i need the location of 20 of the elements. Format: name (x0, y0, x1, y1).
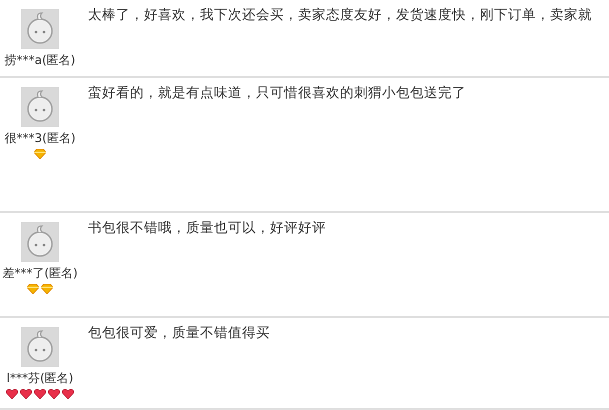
heart-icon (20, 389, 32, 399)
username: 差***了(匿名) (2, 265, 78, 281)
diamond-icon (41, 284, 53, 294)
review-text: 书包很不错哦，质量也可以，好评好评 (87, 219, 326, 238)
avatar-icon (21, 9, 59, 49)
heart-icon (6, 389, 18, 399)
heart-icon (34, 389, 46, 399)
username: l***芬(匿名) (6, 370, 74, 386)
avatar-icon (21, 87, 59, 127)
avatar-icon (21, 327, 59, 367)
diamond-icon (27, 284, 39, 294)
heart-icon (48, 389, 60, 399)
diamond-icon (34, 149, 46, 159)
avatar-icon (21, 222, 59, 262)
review-text: 蛮好看的，就是有点味道，只可惜很喜欢的刺猬小包包送完了 (87, 84, 466, 103)
username: 很***3(匿名) (4, 130, 76, 146)
heart-icon (62, 389, 74, 399)
review-text: 太棒了，好喜欢，我下次还会买，卖家态度友好，发货速度快，刚下订单，卖家就 (87, 6, 592, 25)
review-text: 包包很可爱，质量不错值得买 (87, 324, 270, 343)
username: 捞***a(匿名) (4, 52, 76, 68)
